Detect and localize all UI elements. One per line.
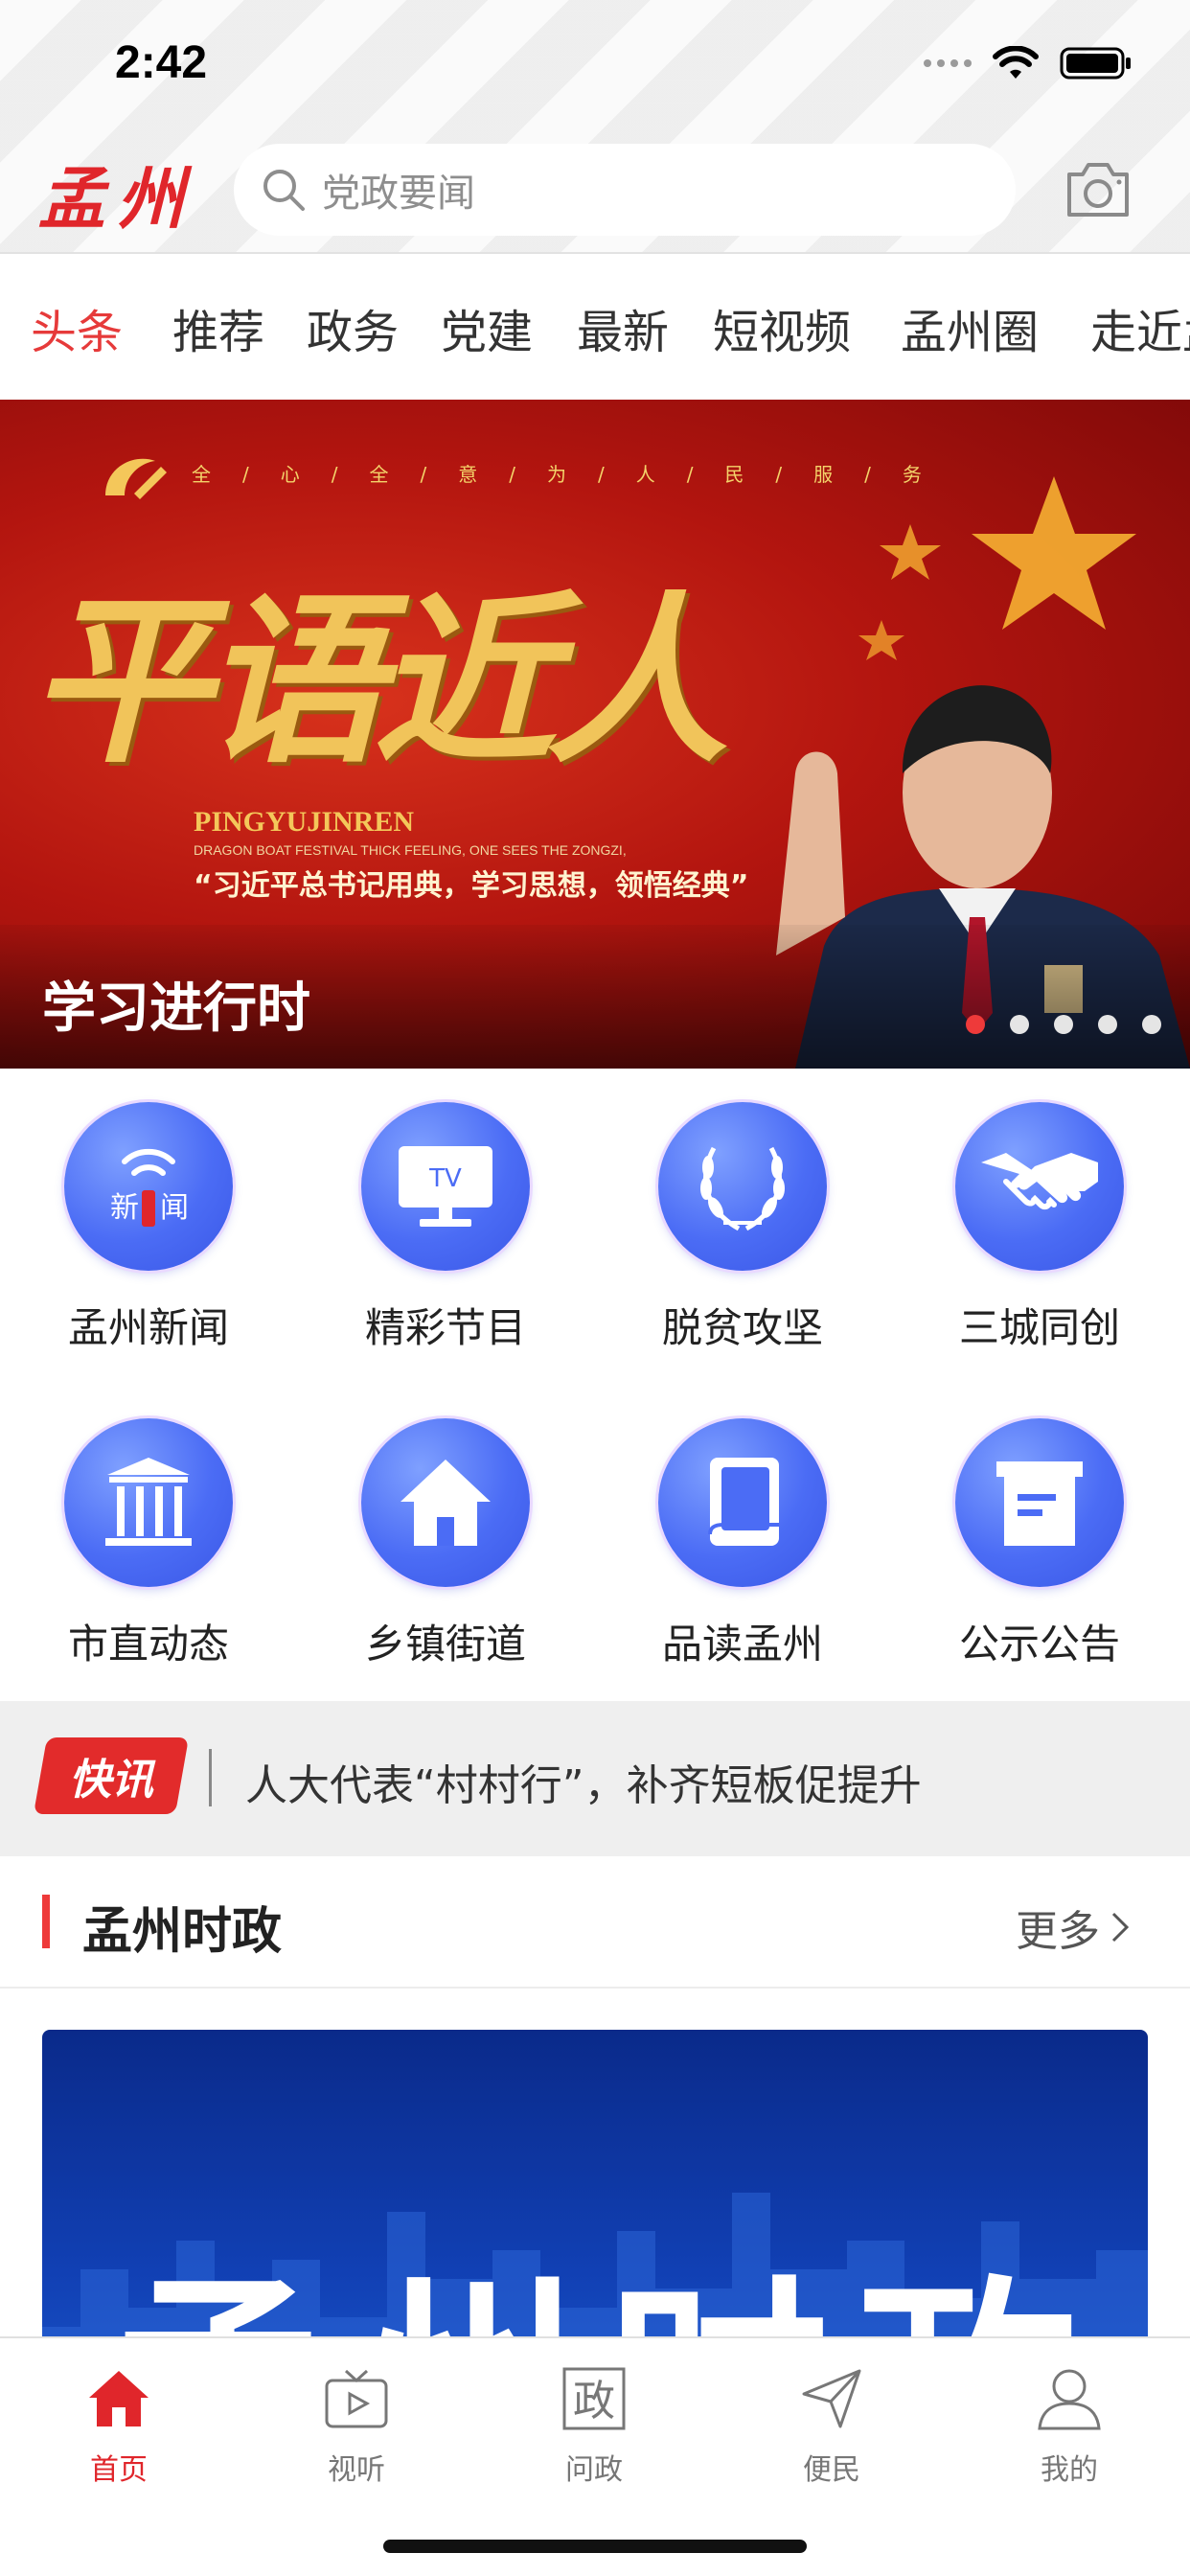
tab-zhengwu[interactable]: 政务 xyxy=(307,294,399,361)
tv-icon: TV xyxy=(399,1146,492,1227)
tab-media[interactable]: 视听 xyxy=(238,2356,475,2488)
top-header: 2:42 孟州 党政要闻 xyxy=(0,0,1190,254)
grid-item-reading[interactable]: 品读孟州 xyxy=(594,1418,891,1670)
chevron-right-icon xyxy=(1111,1912,1130,1943)
status-icons xyxy=(924,44,1133,82)
section-header: 孟州时政 更多 xyxy=(0,1856,1190,1989)
section-title: 孟州时政 xyxy=(82,1903,283,1961)
wheat-wreath-icon xyxy=(700,1146,785,1231)
grid-item-news[interactable]: 新 闻 孟州新闻 xyxy=(0,1102,297,1354)
grid-item-poverty[interactable]: 脱贫攻坚 xyxy=(594,1102,891,1354)
grid-label: 公示公告 xyxy=(958,1621,1120,1668)
grid-label: 三城同创 xyxy=(958,1304,1120,1351)
banner-caption: 学习进行时 xyxy=(42,978,310,1040)
house-icon xyxy=(400,1460,491,1546)
grid-label: 孟州新闻 xyxy=(67,1304,229,1351)
more-link[interactable]: 更多 xyxy=(1016,1897,1131,1958)
grid-label: 脱贫攻坚 xyxy=(661,1304,823,1351)
svg-text:政: 政 xyxy=(573,2377,615,2426)
grid-label: 市直动态 xyxy=(67,1621,229,1668)
carousel-indicator xyxy=(966,1015,1161,1034)
tab-toutiao[interactable]: 头条 xyxy=(31,294,123,361)
carousel-dot[interactable] xyxy=(1142,1015,1161,1034)
app-screen: 2:42 孟州 党政要闻 头条 推荐 政务 党建 最新 短视频 孟州圈 走近 全… xyxy=(0,0,1190,2576)
search-placeholder: 党政要闻 xyxy=(322,172,475,216)
feature-grid: 新 闻 孟州新闻 TV 精彩节目 脱贫攻坚 三城同创 市直动态 乡镇街道 品读孟… xyxy=(0,1069,1190,1701)
status-time: 2:42 xyxy=(115,37,208,88)
tab-wenzheng[interactable]: 政 问政 xyxy=(475,2356,713,2488)
government-building-icon xyxy=(105,1458,192,1546)
wenzheng-icon: 政 xyxy=(562,2367,626,2430)
battery-icon xyxy=(1060,47,1131,80)
banner-carousel[interactable]: 全/心/全/意/为/人/民/服/务 平语近人 PINGYUJINREN DRAG… xyxy=(0,400,1190,1069)
carousel-dot[interactable] xyxy=(966,1015,985,1034)
carousel-dot[interactable] xyxy=(1054,1015,1073,1034)
divider xyxy=(209,1749,212,1806)
wifi-icon xyxy=(993,46,1039,79)
tab-short-video[interactable]: 短视频 xyxy=(713,294,851,361)
home-icon xyxy=(89,2371,149,2426)
tab-dangjian[interactable]: 党建 xyxy=(441,294,533,361)
grid-item-notices[interactable]: 公示公告 xyxy=(891,1418,1188,1670)
book-icon xyxy=(708,1458,779,1546)
grid-item-city-dynamics[interactable]: 市直动态 xyxy=(0,1418,297,1670)
profile-icon xyxy=(1038,2369,1101,2430)
flash-news-bar[interactable]: 快讯 人大代表“村村行”，补齐短板促提升 xyxy=(0,1701,1190,1856)
tab-zuixin[interactable]: 最新 xyxy=(577,294,669,361)
news-broadcast-icon: 新 闻 xyxy=(110,1148,189,1227)
notice-board-icon xyxy=(996,1461,1083,1546)
tab-mengzhou-circle[interactable]: 孟州圈 xyxy=(901,294,1039,361)
carousel-dot[interactable] xyxy=(1098,1015,1117,1034)
banner-calligraphy: 平语近人 xyxy=(29,574,728,788)
grid-label: 乡镇街道 xyxy=(364,1621,526,1668)
camera-icon[interactable] xyxy=(1064,159,1133,220)
handshake-icon xyxy=(981,1153,1098,1210)
svg-text:TV: TV xyxy=(428,1164,462,1193)
search-icon xyxy=(263,170,305,211)
party-emblem-icon xyxy=(105,458,167,499)
app-logo[interactable]: 孟州 xyxy=(38,146,195,242)
home-indicator[interactable] xyxy=(383,2540,807,2553)
tab-home[interactable]: 首页 xyxy=(0,2356,238,2488)
flash-badge: 快讯 xyxy=(33,1737,190,1814)
svg-text:闻: 闻 xyxy=(160,1191,189,1225)
svg-text:新: 新 xyxy=(110,1191,139,1225)
tab-zoujin[interactable]: 走近孟州 xyxy=(1090,294,1190,361)
category-tabs: 头条 推荐 政务 党建 最新 短视频 孟州圈 走近孟州 xyxy=(0,254,1190,400)
tab-services[interactable]: 便民 xyxy=(713,2356,950,2488)
tab-tuijian[interactable]: 推荐 xyxy=(172,294,264,361)
paper-plane-icon xyxy=(802,2369,861,2428)
tab-profile[interactable]: 我的 xyxy=(950,2356,1188,2488)
grid-item-towns[interactable]: 乡镇街道 xyxy=(297,1418,594,1670)
banner-english-sub: DRAGON BOAT FESTIVAL THICK FEELING, ONE … xyxy=(194,842,627,858)
carousel-dot[interactable] xyxy=(1010,1015,1029,1034)
grid-label: 精彩节目 xyxy=(364,1304,526,1351)
banner-quote: “习近平总书记用典，学习思想，领悟经典” xyxy=(194,869,749,903)
flash-headline[interactable]: 人大代表“村村行”，补齐短板促提升 xyxy=(245,1751,922,1812)
tv-play-icon xyxy=(325,2369,388,2428)
banner-english-title: PINGYUJINREN xyxy=(194,806,415,838)
section-accent-bar xyxy=(42,1895,50,1948)
grid-label: 品读孟州 xyxy=(661,1621,823,1668)
grid-item-programs[interactable]: TV 精彩节目 xyxy=(297,1102,594,1354)
grid-item-three-cities[interactable]: 三城同创 xyxy=(891,1102,1188,1354)
signal-icon xyxy=(924,59,972,67)
search-bar[interactable]: 党政要闻 xyxy=(234,144,1016,236)
